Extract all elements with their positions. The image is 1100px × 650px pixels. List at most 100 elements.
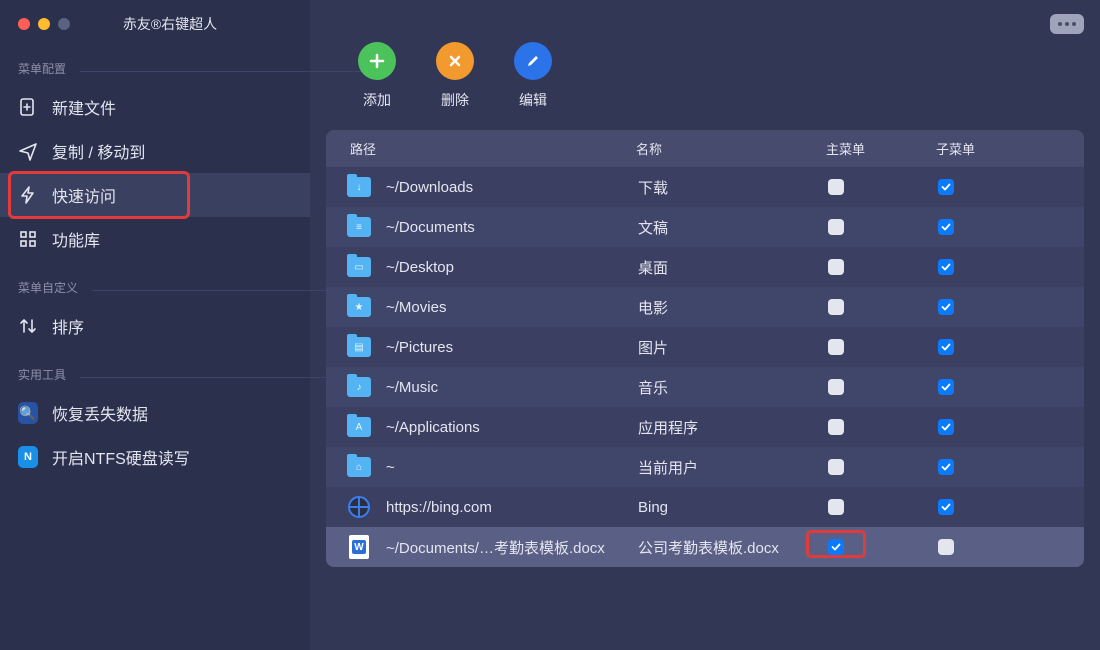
- main-menu-checkbox[interactable]: [828, 259, 844, 275]
- main-menu-checkbox[interactable]: [828, 219, 844, 235]
- sub-menu-cell: [938, 379, 1048, 395]
- sidebar-item-ntfs[interactable]: N 开启NTFS硬盘读写: [0, 435, 310, 479]
- sidebar-item-label: 功能库: [52, 227, 100, 251]
- sidebar-item-sort[interactable]: 排序: [0, 304, 310, 348]
- header-main-menu[interactable]: 主菜单: [826, 139, 936, 158]
- main-panel: 添加 删除 编辑 路径 名称 主菜单 子菜单 ↓~/Downloads下载 ≡ ~/…: [310, 0, 1100, 650]
- folder-icon: ▤: [346, 336, 372, 358]
- sub-menu-checkbox[interactable]: [938, 179, 954, 195]
- sub-menu-checkbox[interactable]: [938, 379, 954, 395]
- row-name: 图片: [638, 337, 828, 358]
- table-row[interactable]: https://bing.comBing: [326, 487, 1084, 527]
- plus-file-icon: [18, 97, 38, 117]
- folder-icon: ▭: [346, 256, 372, 278]
- main-menu-checkbox[interactable]: [828, 299, 844, 315]
- row-name: 当前用户: [638, 457, 828, 478]
- sort-icon: [18, 316, 38, 336]
- table-row[interactable]: ≡ ~/Documents文稿: [326, 207, 1084, 247]
- sub-menu-cell: [938, 419, 1048, 435]
- main-menu-cell: [828, 219, 938, 235]
- edit-button-label: 编辑: [519, 90, 547, 110]
- bolt-icon: [18, 185, 38, 205]
- sub-menu-cell: [938, 219, 1048, 235]
- table-row[interactable]: A~/Applications应用程序: [326, 407, 1084, 447]
- close-window-button[interactable]: [18, 18, 30, 30]
- row-name: 应用程序: [638, 417, 828, 438]
- sub-menu-checkbox[interactable]: [938, 499, 954, 515]
- main-menu-cell: [828, 499, 938, 515]
- folder-icon: ⌂: [346, 456, 372, 478]
- pencil-icon: [514, 42, 552, 80]
- plus-icon: [358, 42, 396, 80]
- table-row[interactable]: ▭ ~/Desktop桌面: [326, 247, 1084, 287]
- main-menu-checkbox[interactable]: [828, 459, 844, 475]
- row-name: 下载: [638, 177, 828, 198]
- row-name: 桌面: [638, 257, 828, 278]
- add-button-label: 添加: [363, 90, 391, 110]
- sidebar-item-recover[interactable]: 🔍恢复丢失数据: [0, 391, 310, 435]
- row-name: 公司考勤表模板.docx: [638, 537, 828, 558]
- sub-menu-cell: [938, 259, 1048, 275]
- recover-icon: 🔍: [18, 403, 38, 423]
- grid-icon: [18, 229, 38, 249]
- sub-menu-checkbox[interactable]: [938, 299, 954, 315]
- sub-menu-checkbox[interactable]: [938, 259, 954, 275]
- x-icon: [436, 42, 474, 80]
- row-path: https://bing.com: [386, 499, 638, 516]
- delete-button[interactable]: 删除: [436, 42, 474, 110]
- header-name[interactable]: 名称: [636, 139, 826, 158]
- table-row[interactable]: W~/Documents/…考勤表模板.docx公司考勤表模板.docx: [326, 527, 1084, 567]
- globe-icon: [346, 496, 372, 518]
- sidebar-item-plus-file[interactable]: 新建文件: [0, 85, 310, 129]
- row-name: 电影: [638, 297, 828, 318]
- table-row[interactable]: ↓~/Downloads下载: [326, 167, 1084, 207]
- quick-access-table: 路径 名称 主菜单 子菜单 ↓~/Downloads下载 ≡ ~/Documents…: [326, 130, 1084, 567]
- edit-button[interactable]: 编辑: [514, 42, 552, 110]
- main-menu-checkbox[interactable]: [828, 379, 844, 395]
- main-menu-cell: [828, 539, 938, 555]
- main-menu-checkbox[interactable]: [828, 499, 844, 515]
- minimize-window-button[interactable]: [38, 18, 50, 30]
- toolbar: 添加 删除 编辑: [310, 0, 1100, 130]
- main-menu-cell: [828, 179, 938, 195]
- row-name: 文稿: [638, 217, 828, 238]
- sidebar-item-label: 快速访问: [52, 183, 116, 207]
- row-path: ~/Pictures: [386, 339, 638, 356]
- main-menu-checkbox[interactable]: [828, 419, 844, 435]
- table-row[interactable]: ♪~/Music音乐: [326, 367, 1084, 407]
- main-menu-cell: [828, 259, 938, 275]
- table-row[interactable]: ★~/Movies电影: [326, 287, 1084, 327]
- sub-menu-checkbox[interactable]: [938, 219, 954, 235]
- maximize-window-button[interactable]: [58, 18, 70, 30]
- table-row[interactable]: ⌂~当前用户: [326, 447, 1084, 487]
- sidebar-item-bolt[interactable]: 快速访问: [0, 173, 310, 217]
- folder-icon: ≡: [346, 216, 372, 238]
- main-menu-cell: [828, 459, 938, 475]
- main-menu-checkbox[interactable]: [828, 339, 844, 355]
- row-name: 音乐: [638, 377, 828, 398]
- sub-menu-cell: [938, 179, 1048, 195]
- more-button[interactable]: [1050, 14, 1084, 34]
- sidebar-item-grid[interactable]: 功能库: [0, 217, 310, 261]
- main-menu-checkbox[interactable]: [828, 539, 844, 555]
- sidebar-item-send[interactable]: 复制 / 移动到: [0, 129, 310, 173]
- main-menu-checkbox[interactable]: [828, 179, 844, 195]
- table-row[interactable]: ▤ ~/Pictures图片: [326, 327, 1084, 367]
- sidebar-item-label: 新建文件: [52, 95, 116, 119]
- row-path: ~/Desktop: [386, 259, 638, 276]
- header-path[interactable]: 路径: [326, 139, 636, 158]
- main-menu-cell: [828, 339, 938, 355]
- row-path: ~/Documents: [386, 219, 638, 236]
- sidebar-section-title: 实用工具: [0, 362, 310, 391]
- sub-menu-cell: [938, 459, 1048, 475]
- sub-menu-checkbox[interactable]: [938, 339, 954, 355]
- delete-button-label: 删除: [441, 90, 469, 110]
- sub-menu-checkbox[interactable]: [938, 419, 954, 435]
- send-icon: [18, 141, 38, 161]
- sidebar-item-label: 开启NTFS硬盘读写: [52, 445, 190, 469]
- add-button[interactable]: 添加: [358, 42, 396, 110]
- header-sub-menu[interactable]: 子菜单: [936, 139, 1046, 158]
- ntfs-icon: N: [18, 447, 38, 467]
- sub-menu-checkbox[interactable]: [938, 539, 954, 555]
- sub-menu-checkbox[interactable]: [938, 459, 954, 475]
